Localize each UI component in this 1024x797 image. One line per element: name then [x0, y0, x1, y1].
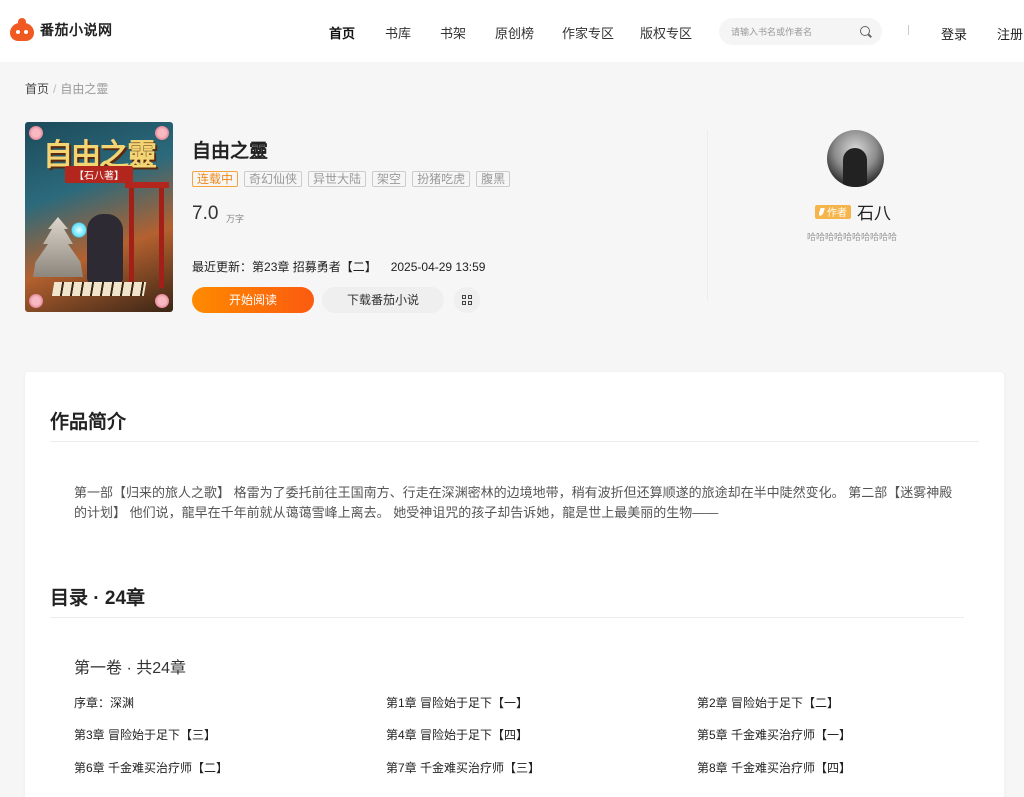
breadcrumb-home[interactable]: 首页 — [25, 82, 49, 96]
word-count: 7.0 — [192, 203, 219, 224]
word-count-unit: 万字 — [226, 214, 245, 224]
latest-update-date: 2025-04-29 13:59 — [390, 260, 486, 274]
tomato-logo-icon — [10, 18, 34, 42]
nav-library[interactable]: 书库 — [385, 23, 411, 42]
latest-update-label: 最近更新： — [192, 260, 253, 274]
chapter-link[interactable]: 第7章 千金难买治疗师【三】 — [386, 759, 540, 776]
header-divider — [908, 25, 909, 35]
search-input[interactable] — [731, 18, 856, 45]
cover-author: 【石八著】 — [65, 166, 133, 183]
status-badge: 连载中 — [192, 171, 239, 187]
author-bio: 哈哈哈哈哈哈哈哈哈哈 — [807, 232, 898, 242]
genre-tag[interactable]: 奇幻仙侠 — [244, 171, 303, 187]
register-link[interactable]: 注册 — [997, 24, 1023, 43]
breadcrumb-current: 自由之靈 — [60, 82, 109, 96]
author-name[interactable]: 石八 — [857, 199, 891, 224]
site-logo[interactable]: 番茄小说网 — [10, 18, 113, 42]
start-reading-button[interactable]: 开始阅读 — [192, 287, 314, 313]
chapter-link[interactable]: 第8章 千金难买治疗师【四】 — [697, 759, 851, 776]
chapter-link[interactable]: 第6章 千金难买治疗师【二】 — [74, 759, 228, 776]
pen-icon — [819, 207, 825, 216]
catalog-divider — [50, 617, 964, 618]
qr-code-button[interactable] — [454, 287, 480, 313]
author-badge-label: 作者 — [827, 208, 847, 219]
breadcrumb: 首页 / 自由之靈 — [25, 80, 108, 97]
book-tags: 连载中 奇幻仙侠 异世大陆 架空 扮猪吃虎 腹黑 — [192, 171, 511, 187]
chapter-link[interactable]: 第4章 冒险始于足下【四】 — [386, 726, 528, 743]
nav-copyright-zone[interactable]: 版权专区 — [640, 23, 692, 42]
login-link[interactable]: 登录 — [941, 24, 967, 43]
latest-update: 最近更新：第23章 招募勇者【二】 2025-04-29 13:59 — [192, 258, 485, 275]
intro-divider — [50, 441, 979, 442]
author-info: 作者 石八 — [815, 199, 891, 224]
hero-figure-illustration — [87, 214, 123, 284]
top-header: 番茄小说网 首页 书库 书架 原创榜 作家专区 版权专区 登录 注册 — [0, 0, 1024, 62]
nav-bookshelf[interactable]: 书架 — [440, 23, 466, 42]
author-badge: 作者 — [815, 204, 851, 219]
chapter-link[interactable]: 第3章 冒险始于足下【三】 — [74, 726, 216, 743]
genre-tag[interactable]: 扮猪吃虎 — [412, 171, 471, 187]
genre-tag[interactable]: 腹黑 — [476, 171, 511, 187]
chapter-link[interactable]: 第2章 冒险始于足下【二】 — [697, 694, 839, 711]
magic-orb-illustration — [71, 222, 87, 238]
genre-tag[interactable]: 架空 — [372, 171, 407, 187]
nav-writer-zone[interactable]: 作家专区 — [562, 23, 614, 42]
flower-decoration — [155, 294, 169, 308]
content-card: 作品简介 第一部【归来的旅人之歌】 格雷为了委托前往王国南方、行走在深渊密林的边… — [25, 372, 1004, 797]
volume-title: 第一卷 · 共24章 — [74, 660, 187, 677]
author-avatar[interactable] — [827, 130, 884, 187]
catalog-title: 目录 · 24章 — [50, 588, 146, 609]
nav-original-ranking[interactable]: 原创榜 — [495, 23, 534, 42]
book-title: 自由之靈 — [192, 141, 269, 162]
nav-home[interactable]: 首页 — [329, 23, 355, 42]
flower-decoration — [29, 294, 43, 308]
intro-text: 第一部【归来的旅人之歌】 格雷为了委托前往王国南方、行走在深渊密林的边境地带，稍… — [74, 485, 953, 520]
torii-gate-illustration — [125, 182, 169, 288]
site-name: 番茄小说网 — [40, 22, 113, 38]
chapter-link[interactable]: 第5章 千金难买治疗师【一】 — [697, 726, 851, 743]
search-box — [719, 18, 882, 45]
download-app-button[interactable]: 下载番茄小说 — [322, 287, 444, 313]
latest-chapter-link[interactable]: 第23章 招募勇者【二】 — [252, 260, 377, 274]
search-icon[interactable] — [860, 26, 870, 36]
cards-illustration — [51, 282, 147, 296]
intro-title: 作品简介 — [50, 412, 127, 433]
breadcrumb-separator: / — [53, 82, 57, 96]
genre-tag[interactable]: 异世大陆 — [308, 171, 367, 187]
book-cover[interactable]: 自由之靈 【石八著】 — [25, 122, 173, 312]
chapter-link[interactable]: 第1章 冒险始于足下【一】 — [386, 694, 528, 711]
chapter-link[interactable]: 序章：深渊 — [74, 694, 134, 711]
info-divider — [707, 130, 708, 300]
